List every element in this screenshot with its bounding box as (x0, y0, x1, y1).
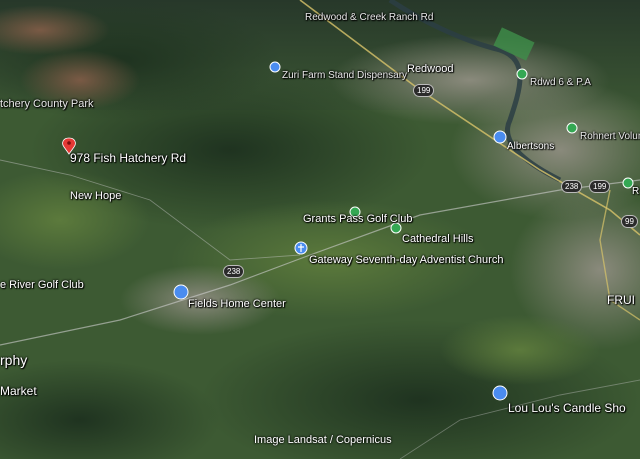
place-label: Gateway Seventh-day Adventist Church (309, 254, 504, 266)
place-label: Rohnert Volunte (580, 131, 640, 142)
route-shield: 199 (589, 180, 611, 193)
place-label: Fields Home Center (188, 298, 286, 310)
place-label: FRUI (607, 293, 635, 307)
place-label: Rdwd 6 & P.A (530, 77, 591, 88)
albertsons-pin-icon[interactable] (493, 130, 507, 144)
place-label: tchery County Park (0, 98, 94, 110)
green-pin-icon[interactable] (516, 68, 528, 80)
place-label: Redwood & Creek Ranch Rd (305, 12, 434, 23)
route-shield: 238 (223, 265, 245, 278)
zuri-farm-stand-pin-icon[interactable] (269, 61, 281, 73)
pin-address-label: 978 Fish Hatchery Rd (70, 151, 187, 165)
place-label: Redwood (407, 63, 454, 75)
place-label: Zuri Farm Stand Dispensary (282, 70, 408, 81)
church-pin-icon[interactable] (294, 241, 308, 255)
place-label: e River Golf Club (0, 279, 84, 291)
place-label: Cathedral Hills (402, 233, 474, 245)
place-label: New Hope (70, 190, 122, 202)
fields-home-center-pin-icon[interactable] (173, 284, 189, 300)
place-label: Lou Lou's Candle Sho (508, 401, 626, 415)
place-label: Grants Pass Golf Club (303, 213, 413, 225)
route-shield: 238 (561, 180, 583, 193)
place-label: Albertsons (507, 141, 555, 152)
satellite-map[interactable] (0, 0, 640, 459)
place-label: Market (0, 384, 37, 398)
route-shield: 99 (621, 215, 638, 228)
candle-shop-pin-icon[interactable] (492, 385, 508, 401)
place-label: R (632, 186, 640, 197)
green-pin-icon[interactable] (566, 122, 578, 134)
route-shield: 199 (413, 84, 435, 97)
imagery-credit: Image Landsat / Copernicus (254, 434, 392, 446)
place-label: rphy (0, 352, 28, 368)
